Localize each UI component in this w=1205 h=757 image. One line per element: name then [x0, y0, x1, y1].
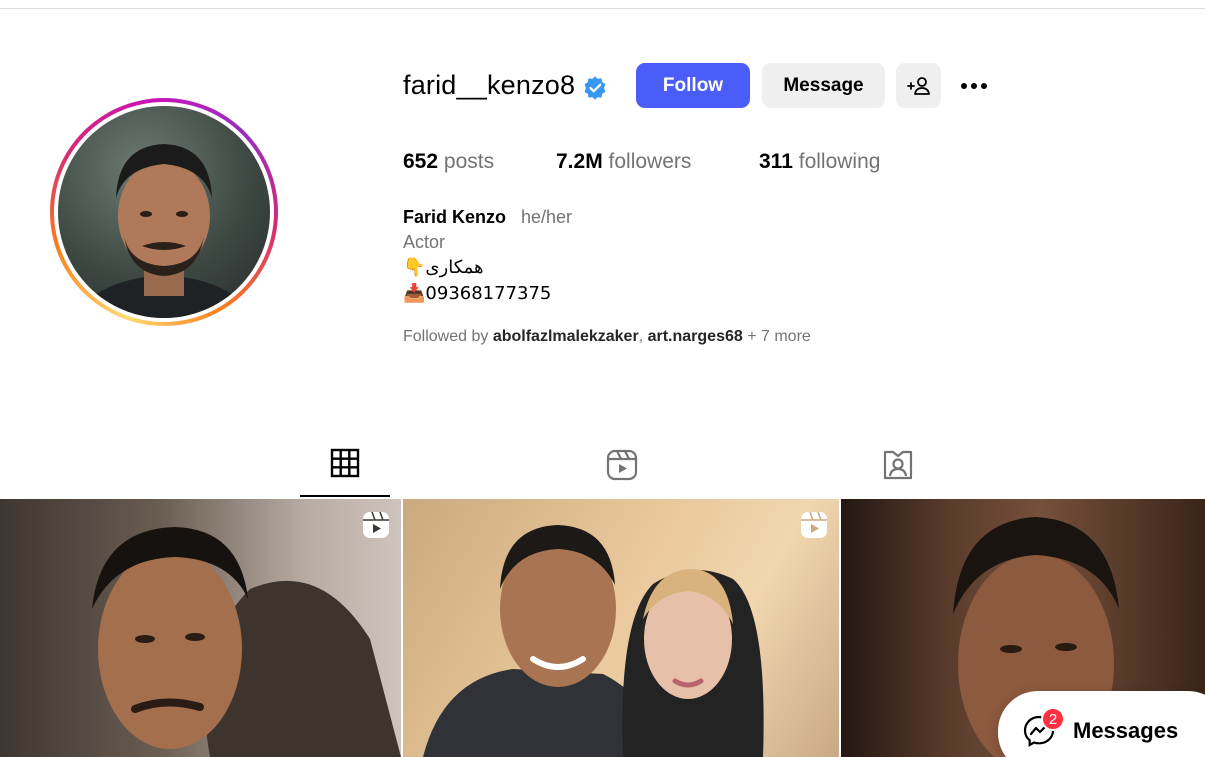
reel-badge-icon	[363, 511, 389, 538]
followed-by-user-link[interactable]: art.narges68	[648, 328, 743, 345]
profile-category: Actor	[403, 232, 446, 252]
grid-icon	[330, 448, 360, 478]
avatar-portrait-image	[73, 144, 255, 318]
profile-avatar-story-ring[interactable]	[50, 98, 278, 326]
post-thumbnail[interactable]	[403, 499, 839, 757]
message-button[interactable]: Message	[762, 63, 885, 108]
bio-phone-line: 📥09368177375	[403, 283, 552, 304]
following-count-link[interactable]: 311 following	[759, 150, 880, 174]
top-divider	[0, 8, 1205, 9]
follow-button[interactable]: Follow	[636, 63, 750, 108]
post-image	[423, 525, 764, 757]
messages-label[interactable]: Messages	[1073, 718, 1178, 744]
bio-line: 👇همکاری	[403, 257, 484, 278]
profile-full-name: Farid Kenzo	[403, 207, 507, 227]
followers-count-link[interactable]: 7.2M followers	[556, 150, 691, 174]
posts-count-stat: 652 posts	[403, 150, 495, 173]
post-thumbnail[interactable]	[0, 499, 401, 757]
tab-reels[interactable]	[580, 448, 664, 498]
suggested-users-button[interactable]	[896, 63, 941, 108]
tab-posts[interactable]	[300, 448, 390, 497]
more-options-icon[interactable]	[956, 72, 992, 100]
tagged-icon	[883, 450, 913, 480]
tab-tagged[interactable]	[856, 448, 940, 498]
followed-by-more-link[interactable]: + 7 more	[747, 328, 811, 345]
profile-username: farid__kenzo8	[403, 70, 576, 100]
verified-badge-icon	[584, 76, 606, 100]
reels-icon	[606, 449, 638, 481]
unread-messages-badge: 2	[1041, 707, 1065, 731]
add-user-icon	[906, 76, 930, 95]
reel-badge-icon	[801, 511, 827, 538]
profile-pronouns: he/her	[521, 207, 573, 227]
followed-by-user-link[interactable]: abolfazlmalekzaker	[493, 328, 639, 345]
avatar	[58, 106, 270, 318]
post-image	[92, 527, 401, 757]
followed-by-line[interactable]: Followed by abolfazlmalekzaker, art.narg…	[403, 328, 811, 346]
